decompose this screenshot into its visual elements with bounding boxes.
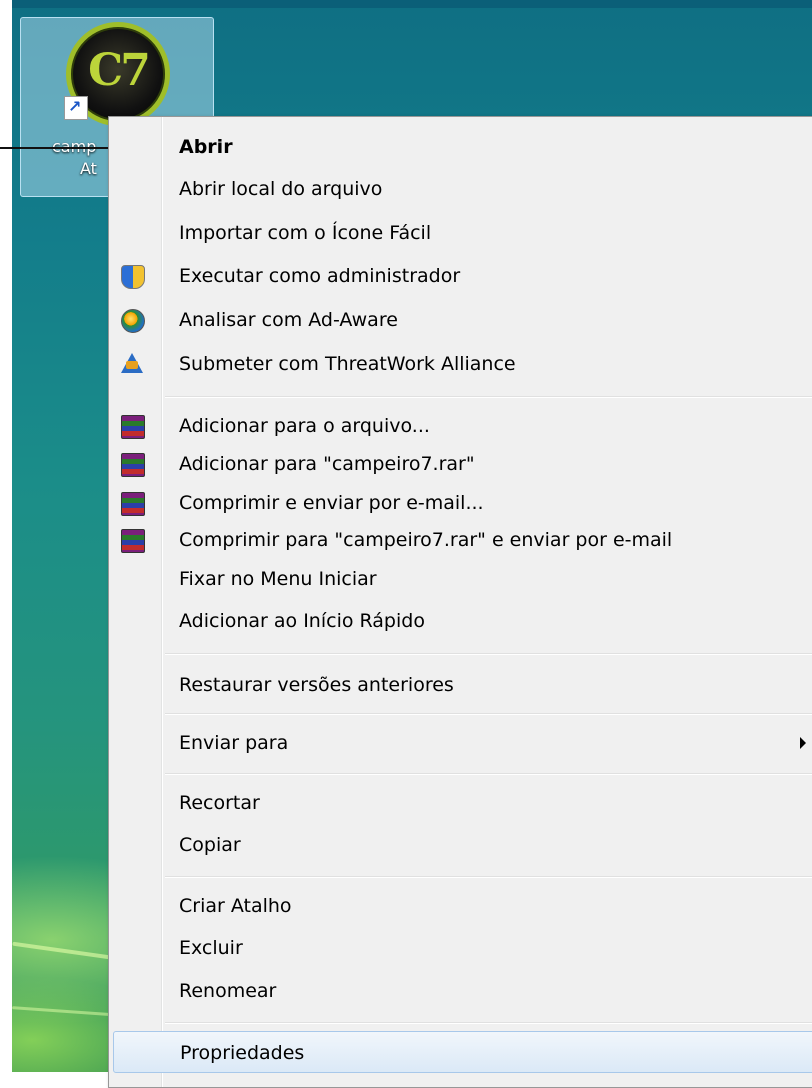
pointer-line bbox=[0, 147, 115, 149]
menu-item-adicionar-arquivo[interactable]: Adicionar para o arquivo... bbox=[109, 405, 812, 447]
menu-item-label: Copiar bbox=[179, 834, 241, 856]
menu-item-label: Comprimir e enviar por e-mail... bbox=[179, 492, 484, 514]
menu-item-label: Propriedades bbox=[180, 1042, 305, 1064]
winrar-icon bbox=[121, 415, 145, 439]
menu-item-label: Comprimir para "campeiro7.rar" e enviar … bbox=[179, 529, 673, 551]
menu-item-excluir[interactable]: Excluir bbox=[109, 927, 812, 969]
shortcut-arrow-icon: ↗ bbox=[64, 96, 88, 120]
menu-item-executar-admin[interactable]: Executar como administrador bbox=[109, 255, 812, 297]
menu-item-enviar-para[interactable]: Enviar para bbox=[109, 722, 812, 764]
menu-item-label: Abrir local do arquivo bbox=[179, 178, 383, 200]
menu-item-label: Adicionar para o arquivo... bbox=[179, 415, 430, 437]
menu-item-copiar[interactable]: Copiar bbox=[109, 824, 812, 866]
menu-item-fixar-menu-iniciar[interactable]: Fixar no Menu Iniciar bbox=[109, 558, 812, 600]
context-menu: Abrir Abrir local do arquivo Importar co… bbox=[108, 116, 812, 1088]
menu-item-comprimir-rar-email[interactable]: Comprimir para "campeiro7.rar" e enviar … bbox=[109, 519, 812, 561]
menu-item-label: Criar Atalho bbox=[179, 895, 292, 917]
winrar-icon bbox=[121, 492, 145, 516]
submenu-arrow-icon bbox=[800, 737, 806, 749]
menu-item-label: Fixar no Menu Iniciar bbox=[179, 568, 377, 590]
menu-item-comprimir-email[interactable]: Comprimir e enviar por e-mail... bbox=[109, 482, 812, 524]
menu-item-label: Excluir bbox=[179, 937, 243, 959]
menu-item-label: Restaurar versões anteriores bbox=[179, 674, 454, 696]
menu-item-criar-atalho[interactable]: Criar Atalho bbox=[109, 885, 812, 927]
menu-item-label: Submeter com ThreatWork Alliance bbox=[179, 353, 516, 375]
uac-shield-icon bbox=[121, 265, 145, 289]
menu-separator bbox=[165, 396, 812, 398]
menu-separator bbox=[165, 876, 812, 878]
desktop-top-edge bbox=[12, 0, 812, 8]
menu-item-importar-icone-facil[interactable]: Importar com o Ícone Fácil bbox=[109, 212, 812, 254]
menu-item-recortar[interactable]: Recortar bbox=[109, 782, 812, 824]
menu-item-label: Abrir bbox=[179, 136, 233, 158]
menu-item-abrir-local[interactable]: Abrir local do arquivo bbox=[109, 168, 812, 210]
menu-separator bbox=[165, 653, 812, 655]
menu-separator bbox=[165, 1022, 812, 1024]
menu-item-label: Renomear bbox=[179, 980, 277, 1002]
menu-item-label: Recortar bbox=[179, 792, 260, 814]
menu-item-abrir[interactable]: Abrir bbox=[109, 126, 812, 168]
menu-item-ad-aware[interactable]: Analisar com Ad-Aware bbox=[109, 299, 812, 341]
menu-item-label: Adicionar para "campeiro7.rar" bbox=[179, 453, 475, 475]
menu-item-inicio-rapido[interactable]: Adicionar ao Início Rápido bbox=[109, 600, 812, 642]
menu-item-renomear[interactable]: Renomear bbox=[109, 970, 812, 1012]
threatwork-icon bbox=[121, 353, 143, 373]
menu-item-label: Enviar para bbox=[179, 732, 289, 754]
ad-aware-icon bbox=[121, 309, 145, 333]
menu-separator bbox=[165, 773, 812, 775]
winrar-icon bbox=[121, 453, 145, 477]
menu-item-propriedades[interactable]: Propriedades bbox=[113, 1031, 812, 1073]
menu-item-label: Adicionar ao Início Rápido bbox=[179, 610, 425, 632]
menu-item-label: Importar com o Ícone Fácil bbox=[179, 222, 432, 244]
menu-item-label: Executar como administrador bbox=[179, 265, 461, 287]
menu-item-adicionar-rar[interactable]: Adicionar para "campeiro7.rar" bbox=[109, 443, 812, 485]
c7-logo-text: C7 bbox=[88, 45, 151, 96]
winrar-icon bbox=[121, 529, 145, 553]
menu-item-label: Analisar com Ad-Aware bbox=[179, 309, 398, 331]
menu-item-restaurar-versoes[interactable]: Restaurar versões anteriores bbox=[109, 664, 812, 706]
menu-item-threatwork[interactable]: Submeter com ThreatWork Alliance bbox=[109, 343, 812, 385]
menu-separator bbox=[165, 713, 812, 715]
